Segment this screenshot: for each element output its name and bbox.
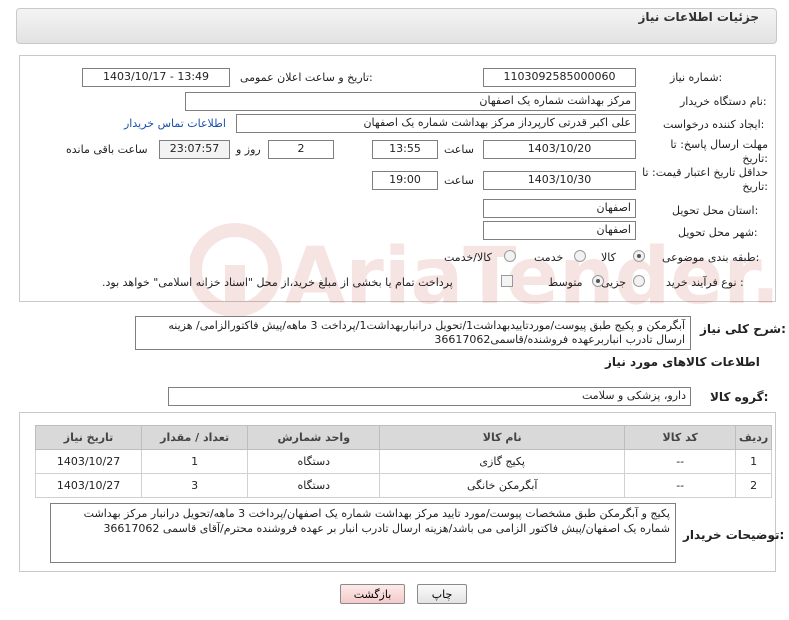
table-row: 2 -- آبگرمکن خانگی دستگاه 3 1403/10/27 — [34, 473, 772, 498]
purchase-type-label: نوع فرآیند خرید : — [666, 276, 744, 289]
row-code: -- — [624, 449, 737, 474]
price-validity-time-label: ساعت — [444, 174, 474, 187]
remaining-time-field: 23:07:57 — [159, 140, 230, 159]
col-unit: واحد شمارش — [247, 425, 381, 450]
reply-days-field: 2 — [268, 140, 334, 159]
announce-datetime-field: 1403/10/17 - 13:49 — [82, 68, 230, 87]
category-goods-service-label: کالا/خدمت — [444, 251, 492, 264]
col-qty: تعداد / مقدار — [141, 425, 249, 450]
treasury-payment-note: پرداخت تمام یا بخشی از مبلغ خرید،از محل … — [102, 276, 453, 289]
category-goods-label: کالا — [601, 251, 616, 264]
province-field: اصفهان — [483, 199, 636, 218]
row-name: آبگرمکن خانگی — [379, 473, 626, 498]
requester-field: علی اکبر قدرتی کارپرداز مرکز بهداشت شمار… — [236, 114, 636, 133]
buyer-notes-text: پکیج و آبگرمکن طبق مشخصات پیوست/مورد تای… — [50, 503, 676, 563]
price-validity-time-field: 19:00 — [372, 171, 438, 190]
buyer-notes-label: توضیحات خریدار: — [683, 528, 785, 542]
reply-days-label: روز و — [236, 143, 261, 156]
price-validity-date-field: 1403/10/30 — [483, 171, 636, 190]
buyer-org-label: نام دستگاه خریدار: — [680, 95, 767, 108]
province-label: استان محل تحویل: — [672, 204, 759, 217]
row-date: 1403/10/27 — [34, 473, 143, 498]
buyer-contact-link[interactable]: اطلاعات تماس خریدار — [124, 117, 226, 130]
table-row: 1 -- پکیج گازی دستگاه 1 1403/10/27 — [34, 449, 772, 474]
row-name: پکیج گازی — [379, 449, 626, 474]
category-label: طبقه بندی موضوعی: — [662, 251, 760, 264]
summary-label: شرح کلی نیاز: — [700, 322, 786, 336]
need-number-label: شماره نیاز: — [670, 71, 723, 84]
announce-datetime-label: تاریخ و ساعت اعلان عمومی: — [240, 71, 373, 84]
purchase-medium-radio[interactable] — [592, 275, 604, 287]
goods-group-label: گروه کالا: — [710, 390, 769, 404]
row-index: 2 — [735, 473, 772, 498]
reply-time-label: ساعت — [444, 143, 474, 156]
row-code: -- — [624, 473, 737, 498]
requester-label: ایجاد کننده درخواست: — [663, 118, 765, 131]
remaining-time-label: ساعت باقی مانده — [66, 143, 148, 156]
row-index: 1 — [735, 449, 772, 474]
city-label: شهر محل تحویل: — [678, 226, 758, 239]
buyer-org-field: مرکز بهداشت شماره یک اصفهان — [185, 92, 636, 111]
category-goods-service-radio[interactable] — [504, 250, 516, 262]
purchase-medium-label: متوسط — [548, 276, 583, 289]
category-service-radio[interactable] — [574, 250, 586, 262]
purchase-small-label: جزیی — [601, 276, 627, 289]
row-date: 1403/10/27 — [34, 449, 143, 474]
city-field: اصفهان — [483, 221, 636, 240]
goods-table-header: ردیف کد کالا نام کالا واحد شمارش تعداد /… — [34, 425, 772, 450]
col-index: ردیف — [735, 425, 772, 450]
row-qty: 1 — [141, 449, 249, 474]
purchase-small-radio[interactable] — [633, 275, 645, 287]
category-service-label: خدمت — [534, 251, 564, 264]
col-date: تاریخ نیاز — [34, 425, 143, 450]
goods-table: ردیف کد کالا نام کالا واحد شمارش تعداد /… — [34, 425, 772, 498]
page-title: جزئیات اطلاعات نیاز — [638, 10, 759, 24]
reply-deadline-label: مهلت ارسال پاسخ: تا تاریخ: — [670, 138, 768, 165]
row-unit: دستگاه — [247, 449, 381, 474]
price-validity-label: حداقل تاریخ اعتبار قیمت: تا تاریخ: — [642, 166, 768, 193]
back-button[interactable]: بازگشت — [340, 584, 405, 604]
reply-time-field: 13:55 — [372, 140, 438, 159]
row-unit: دستگاه — [247, 473, 381, 498]
goods-group-field: دارو، پزشکی و سلامت — [168, 387, 691, 406]
summary-text: آبگرمکن و پکیج طبق پیوست/موردتاییدبهداشت… — [135, 316, 691, 350]
reply-date-field: 1403/10/20 — [483, 140, 636, 159]
need-number-field: 1103092585000060 — [483, 68, 636, 87]
print-button[interactable]: چاپ — [417, 584, 467, 604]
category-goods-radio[interactable] — [633, 250, 645, 262]
row-qty: 3 — [141, 473, 249, 498]
col-code: کد کالا — [624, 425, 737, 450]
col-name: نام کالا — [379, 425, 626, 450]
treasury-payment-checkbox[interactable] — [501, 275, 513, 287]
goods-section-title: اطلاعات کالاهای مورد نیاز — [605, 355, 760, 369]
